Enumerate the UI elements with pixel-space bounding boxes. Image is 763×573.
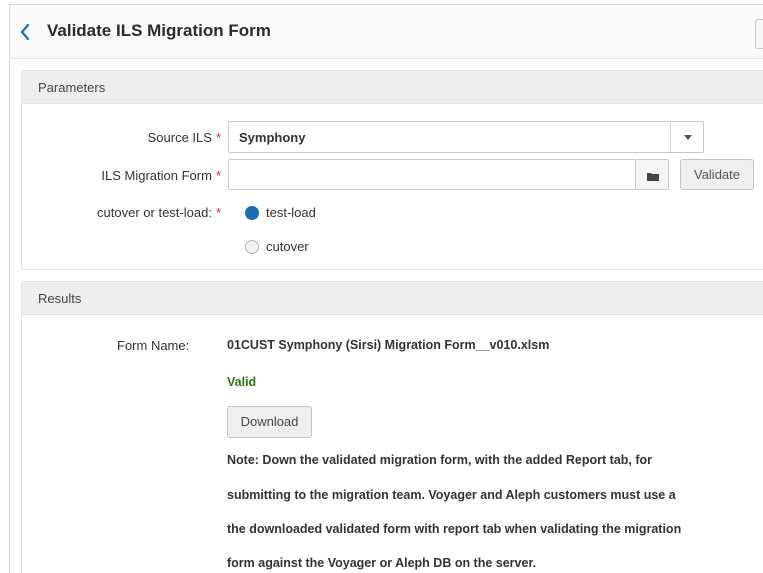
radio-cutover[interactable]	[245, 240, 259, 254]
folder-icon	[647, 173, 659, 181]
migration-form-label-text: ILS Migration Form	[101, 168, 212, 183]
page-title: Validate ILS Migration Form	[47, 21, 271, 40]
page-header: Validate ILS Migration Form	[10, 5, 763, 59]
browse-file-button[interactable]	[636, 159, 669, 190]
results-section-title: Results	[22, 282, 763, 315]
note-line: Note: Down the validated migration form,…	[227, 453, 653, 467]
frame-left-border	[9, 4, 10, 573]
radio-test-load-label[interactable]: test-load	[266, 205, 316, 220]
form-name-label: Form Name:	[117, 338, 190, 353]
source-ils-value: Symphony	[239, 130, 306, 145]
migration-form-file-input[interactable]	[228, 159, 636, 190]
note-line: form against the Voyager or Aleph DB on …	[227, 556, 537, 570]
mode-label-text: cutover or test-load:	[97, 205, 212, 220]
parameters-section-title: Parameters	[22, 71, 763, 104]
form-name-value: 01CUST Symphony (Sirsi) Migration Form__…	[227, 338, 550, 352]
caret-down-icon	[684, 135, 692, 140]
source-ils-label-text: Source ILS	[147, 130, 212, 145]
download-button[interactable]: Download	[227, 406, 312, 438]
required-marker: *	[215, 205, 221, 220]
parameters-section: Parameters Source ILS * Symphony ILS Migr…	[21, 70, 763, 270]
radio-cutover-label[interactable]: cutover	[266, 239, 309, 254]
note-line: submitting to the migration team. Voyage…	[227, 488, 676, 502]
results-section: Results Form Name: 01CUST Symphony (Sirs…	[21, 281, 763, 573]
radio-test-load[interactable]	[245, 206, 259, 220]
source-ils-dropdown-toggle[interactable]	[670, 122, 703, 152]
mode-label: cutover or test-load: *	[97, 205, 221, 220]
validate-button[interactable]: Validate	[680, 159, 754, 190]
source-ils-label: Source ILS *	[148, 130, 221, 145]
required-marker: *	[215, 168, 221, 183]
header-action-button[interactable]	[755, 19, 763, 49]
migration-form-label: ILS Migration Form *	[101, 168, 221, 183]
chevron-left-icon[interactable]	[16, 22, 36, 42]
required-marker: *	[215, 130, 221, 145]
note-line: the downloaded validated form with repor…	[227, 522, 682, 536]
source-ils-select[interactable]: Symphony	[228, 121, 704, 153]
validation-status: Valid	[227, 375, 257, 389]
